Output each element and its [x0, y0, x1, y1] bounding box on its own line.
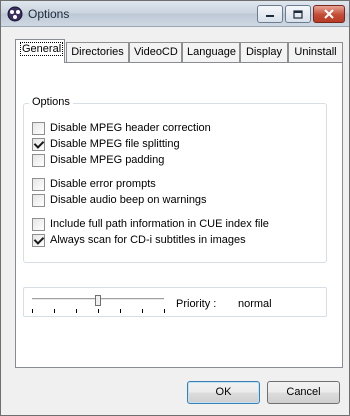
option-disable-error-prompts[interactable]: Disable error prompts	[32, 177, 156, 191]
checkbox[interactable]	[32, 121, 45, 135]
slider-tick	[120, 309, 121, 313]
option-label: Disable error prompts	[50, 178, 156, 190]
options-group-label: Options	[29, 96, 73, 108]
option-label: Disable MPEG file splitting	[50, 138, 180, 150]
tab-label: General	[20, 42, 64, 56]
tab-videocd[interactable]: VideoCD	[129, 42, 182, 62]
options-window: Options General Directories VideoCD Lang…	[0, 0, 350, 416]
slider-tick	[54, 309, 55, 313]
priority-label: Priority :	[176, 298, 217, 310]
option-label: Always scan for CD-i subtitles in images	[50, 234, 246, 246]
tab-label: Uninstall	[294, 46, 337, 58]
slider-tick	[98, 309, 99, 313]
tab-display[interactable]: Display	[240, 42, 288, 62]
slider-tick	[32, 309, 33, 313]
option-disable-header-correction[interactable]: Disable MPEG header correction	[32, 121, 211, 135]
tab-label: VideoCD	[134, 46, 178, 58]
checkbox[interactable]	[32, 233, 45, 247]
slider-tick	[142, 309, 143, 313]
option-disable-file-splitting[interactable]: Disable MPEG file splitting	[32, 137, 180, 151]
tab-label: Language	[187, 46, 236, 58]
slider-tick	[164, 309, 165, 313]
option-scan-cdi-subtitles[interactable]: Always scan for CD-i subtitles in images	[32, 233, 246, 247]
checkbox[interactable]	[32, 153, 45, 167]
priority-groupbox	[23, 287, 327, 317]
option-label: Disable MPEG header correction	[50, 122, 211, 134]
window-title: Options	[28, 7, 70, 21]
checkbox[interactable]	[32, 217, 45, 231]
slider-tick	[76, 309, 77, 313]
tab-uninstall[interactable]: Uninstall	[288, 42, 343, 62]
title-bar[interactable]: Options	[1, 1, 349, 27]
option-disable-audio-beep[interactable]: Disable audio beep on warnings	[32, 193, 207, 207]
tab-label: Directories	[71, 46, 124, 58]
close-icon	[324, 9, 334, 19]
tab-directories[interactable]: Directories	[66, 42, 129, 62]
checkbox[interactable]	[32, 193, 45, 207]
maximize-icon	[293, 9, 303, 19]
option-include-full-path[interactable]: Include full path information in CUE ind…	[32, 217, 269, 231]
cancel-button[interactable]: Cancel	[267, 381, 340, 404]
tab-general[interactable]: General	[15, 39, 65, 63]
option-disable-padding[interactable]: Disable MPEG padding	[32, 153, 164, 167]
close-button[interactable]	[313, 5, 345, 23]
minimize-button[interactable]	[257, 5, 283, 23]
priority-value: normal	[238, 298, 272, 310]
tab-language[interactable]: Language	[182, 42, 240, 62]
option-label: Disable MPEG padding	[50, 154, 165, 166]
minimize-icon	[266, 15, 274, 17]
maximize-button[interactable]	[285, 5, 311, 23]
checkbox[interactable]	[32, 137, 45, 151]
app-disc-icon	[7, 6, 23, 22]
checkbox[interactable]	[32, 177, 45, 191]
priority-slider-thumb[interactable]	[95, 295, 101, 306]
option-label: Include full path information in CUE ind…	[50, 218, 269, 230]
tab-label: Display	[245, 46, 283, 58]
option-label: Disable audio beep on warnings	[50, 194, 207, 206]
ok-button[interactable]: OK	[187, 381, 260, 404]
